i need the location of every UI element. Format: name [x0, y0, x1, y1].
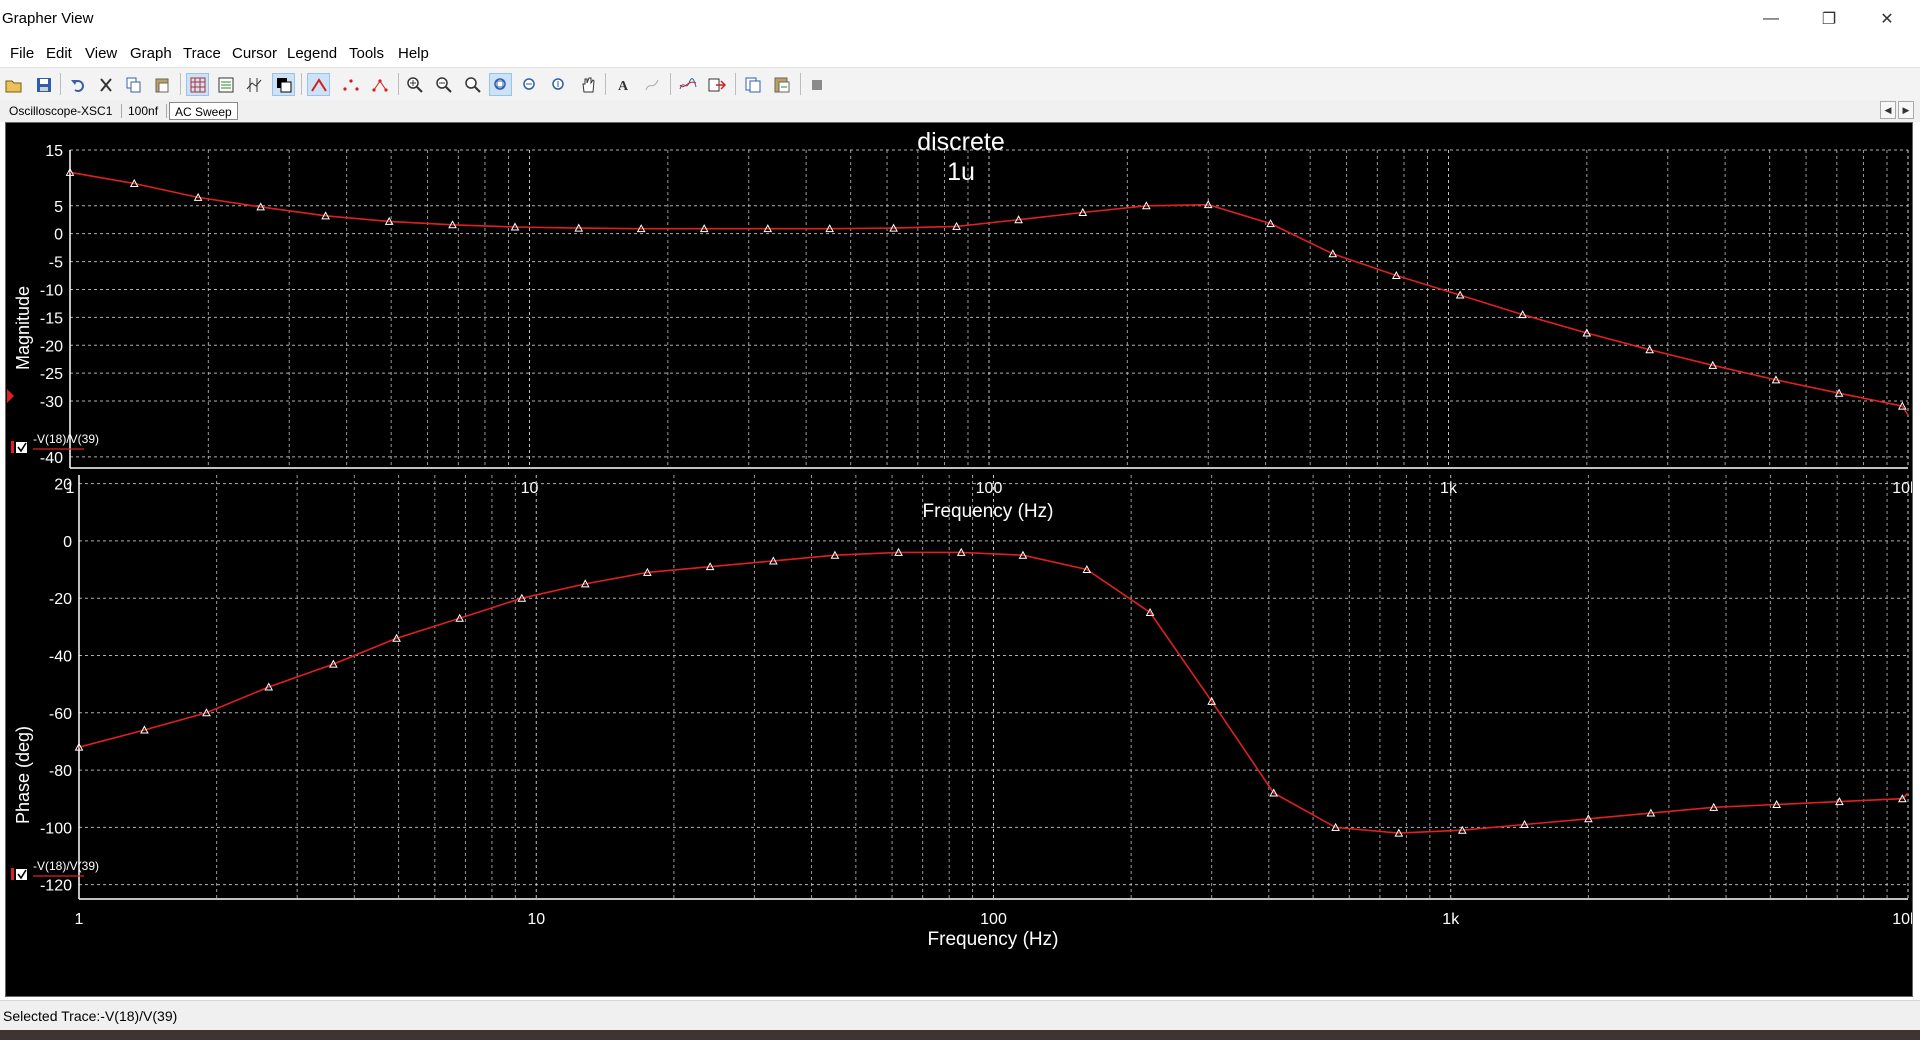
y-tick-label: 15	[45, 143, 63, 160]
y-tick-label: -40	[40, 450, 63, 467]
menu-bar: File Edit View Graph Trace Cursor Legend…	[0, 37, 1920, 67]
undo-icon[interactable]	[66, 73, 89, 96]
tab-100nf[interactable]: 100nf	[123, 102, 163, 120]
legend-label: -V(18)/V(39)	[33, 432, 99, 446]
y-tick-label: -60	[49, 706, 72, 723]
zoom-in-icon[interactable]	[403, 73, 426, 96]
title-bar: Grapher View — ❐ ✕	[0, 0, 1920, 37]
cut-icon[interactable]	[94, 73, 117, 96]
magnitude-x-axis-label: Frequency (Hz)	[923, 501, 1054, 522]
zoom-x-icon[interactable]	[518, 73, 541, 96]
magnitude-plot[interactable]: discrete 1u 1550-5-10-15-20-25-30-401 10 1…	[7, 128, 1912, 522]
graph-canvas[interactable]: discrete 1u 15 5 0 -5 -10 -15 -20 -25 -30 -40 1 10 1…	[6, 123, 1912, 996]
y-tick-label: 0	[54, 227, 63, 244]
phase-plot[interactable]: 20 0 -20 -40 -60 -80 -100 -1201 10 100 1k 10k Frequ…	[13, 475, 1912, 950]
svg-text:A: A	[618, 79, 629, 93]
close-button[interactable]: ✕	[1858, 0, 1916, 37]
x-tick-label: 1	[75, 911, 84, 928]
menu-graph[interactable]: Graph	[130, 45, 172, 62]
properties-icon[interactable]	[640, 73, 663, 96]
y-tick-label: -40	[49, 648, 72, 665]
y-tick-label: 20	[54, 477, 72, 494]
y-tick-label: -100	[40, 820, 72, 837]
toolbar: A	[0, 67, 1920, 101]
y-tick-label: -20	[40, 338, 63, 355]
zoom-out-icon[interactable]	[432, 73, 455, 96]
x-tick-label: 1k	[1440, 480, 1458, 497]
magnitude-y-axis-label: Magnitude	[13, 286, 33, 370]
y-tick-label: -5	[49, 255, 63, 272]
tab-scroll-right-icon[interactable]: ▶	[1898, 101, 1914, 119]
y-tick-label: -80	[49, 763, 72, 780]
save-icon[interactable]	[32, 73, 55, 96]
markers-icon[interactable]	[339, 73, 362, 96]
chart-title: discrete	[917, 128, 1005, 156]
taskbar-strip	[0, 1030, 1920, 1040]
copy-icon[interactable]	[122, 73, 145, 96]
phase-y-axis-label: Phase (deg)	[13, 726, 33, 824]
zoom-y-icon[interactable]	[547, 73, 570, 96]
lines-icon[interactable]	[307, 73, 330, 96]
tab-scroll-left-icon[interactable]: ◀	[1880, 101, 1896, 119]
y-tick-label: -30	[40, 394, 63, 411]
export-icon[interactable]	[705, 73, 728, 96]
pan-icon[interactable]	[576, 73, 599, 96]
cursors-icon[interactable]	[242, 73, 265, 96]
copy-graph-icon[interactable]	[741, 73, 764, 96]
menu-view[interactable]: View	[85, 45, 117, 62]
x-tick-label: 10	[527, 911, 545, 928]
tab-bar: Oscilloscope-XSC1 100nf AC Sweep	[0, 100, 1920, 122]
x-tick-label: 100	[976, 480, 1003, 497]
stop-icon[interactable]	[805, 73, 828, 96]
y-tick-label: -120	[40, 878, 72, 895]
chart-subtitle: 1u	[947, 158, 975, 186]
y-tick-label: -20	[49, 591, 72, 608]
menu-help[interactable]: Help	[398, 45, 429, 62]
y-tick-label: -10	[40, 282, 63, 299]
window-title: Grapher View	[2, 10, 94, 27]
menu-tools[interactable]: Tools	[349, 45, 384, 62]
x-tick-label: 10k	[1892, 480, 1912, 497]
restore-button[interactable]: ❐	[1800, 0, 1858, 37]
legend-icon[interactable]	[214, 73, 237, 96]
menu-file[interactable]: File	[10, 45, 34, 62]
x-tick-label: 100	[980, 911, 1007, 928]
tab-oscilloscope[interactable]: Oscilloscope-XSC1	[4, 102, 117, 120]
paste-icon[interactable]	[150, 73, 173, 96]
y-tick-label: -25	[40, 366, 63, 383]
menu-cursor[interactable]: Cursor	[232, 45, 277, 62]
status-bar: Selected Trace:-V(18)/V(39)	[0, 1000, 1920, 1031]
grid-icon[interactable]	[186, 73, 209, 96]
selected-trace-status: Selected Trace:-V(18)/V(39)	[3, 1008, 178, 1024]
text-icon[interactable]: A	[611, 73, 634, 96]
selected-trace-marker-icon	[7, 389, 14, 403]
minimize-button[interactable]: —	[1742, 0, 1800, 37]
graph-panel[interactable]: discrete 1u 15 5 0 -5 -10 -15 -20 -25 -30 -40 1 10 1…	[5, 122, 1913, 997]
y-tick-label: -15	[40, 310, 63, 327]
paste-graph-icon[interactable]	[770, 73, 793, 96]
y-tick-label: 0	[63, 534, 72, 551]
menu-edit[interactable]: Edit	[46, 45, 72, 62]
lines-markers-icon[interactable]	[368, 73, 391, 96]
x-tick-label: 1k	[1442, 911, 1460, 928]
phase-x-axis-label: Frequency (Hz)	[928, 929, 1059, 950]
y-tick-label: 5	[54, 199, 63, 216]
tab-ac-sweep[interactable]: AC Sweep	[169, 102, 238, 120]
x-tick-label: 10k	[1892, 911, 1912, 928]
zoom-full-icon[interactable]	[489, 73, 512, 96]
traces-icon[interactable]	[676, 73, 699, 96]
zoom-area-icon[interactable]	[461, 73, 484, 96]
menu-trace[interactable]: Trace	[183, 45, 221, 62]
menu-legend[interactable]: Legend	[287, 45, 337, 62]
overlay-icon[interactable]	[272, 73, 295, 96]
open-icon[interactable]	[2, 73, 25, 96]
legend-label: -V(18)/V(39)	[33, 859, 99, 873]
